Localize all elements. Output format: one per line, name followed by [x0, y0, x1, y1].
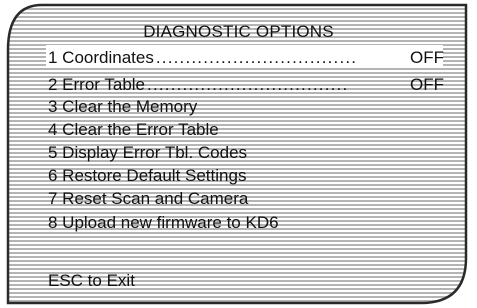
menu-item-label: 5 Display Error Tbl. Codes: [48, 143, 248, 162]
menu-item-label: 6 Restore Default Settings: [48, 166, 247, 185]
menu-item-label: 4 Clear the Error Table: [48, 120, 219, 139]
menu-item-label: 2 Error Table: [48, 75, 146, 94]
menu-item-label: 3 Clear the Memory: [48, 97, 198, 116]
leader-dots: ..................................: [155, 48, 358, 67]
menu-title: DIAGNOSTIC OPTIONS: [143, 22, 334, 41]
menu-item-display-error-codes[interactable]: 5 Display Error Tbl. Codes: [48, 143, 444, 163]
menu-item-reset-scan-camera[interactable]: 7 Reset Scan and Camera: [48, 189, 444, 209]
menu-item-label: 8 Upload new firmware to KD6: [48, 213, 279, 232]
menu-item-clear-error-table[interactable]: 4 Clear the Error Table: [48, 120, 444, 140]
menu-item-label: 7 Reset Scan and Camera: [48, 189, 249, 208]
leader-dots: ..................................: [147, 75, 349, 94]
diagnostic-options-screen: DIAGNOSTIC OPTIONS 1 Coordinates .......…: [0, 0, 477, 308]
menu-item-value: OFF: [410, 48, 444, 67]
menu-item-clear-memory[interactable]: 3 Clear the Memory: [48, 97, 444, 117]
menu-item-error-table[interactable]: 2 Error Table ..........................…: [48, 75, 444, 95]
menu-item-restore-defaults[interactable]: 6 Restore Default Settings: [48, 166, 444, 186]
menu-item-upload-firmware[interactable]: 8 Upload new firmware to KD6: [48, 213, 444, 233]
esc-exit-hint[interactable]: ESC to Exit: [48, 271, 135, 291]
menu-item-label: 1 Coordinates: [48, 48, 154, 67]
menu-item-value: OFF: [410, 75, 444, 94]
menu-item-coordinates[interactable]: 1 Coordinates ..........................…: [48, 48, 444, 68]
